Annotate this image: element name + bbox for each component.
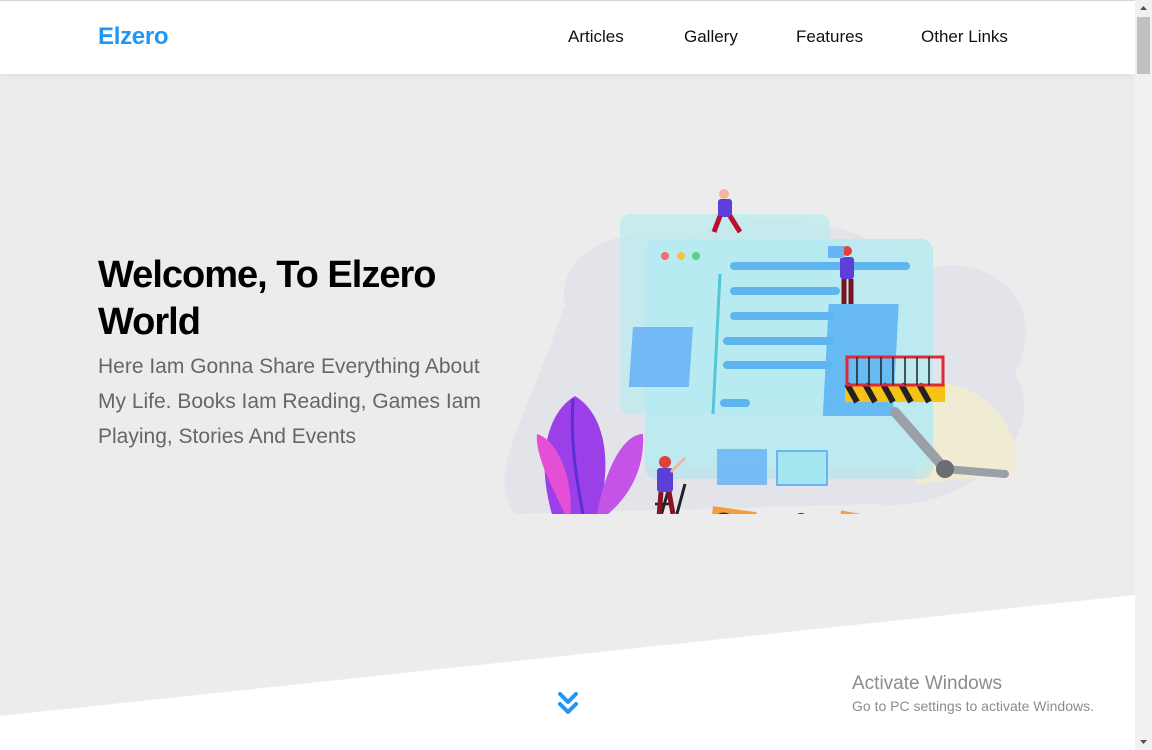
nav-link-articles[interactable]: Articles — [568, 27, 624, 47]
scroll-up-arrow-icon[interactable] — [1135, 0, 1152, 17]
site-header: Elzero Articles Gallery Features Other L… — [0, 0, 1135, 74]
vertical-scrollbar[interactable] — [1135, 0, 1152, 750]
landing-title: Welcome, To Elzero World — [98, 254, 436, 343]
scrollbar-thumb[interactable] — [1137, 17, 1150, 74]
activate-windows-watermark: Activate Windows Go to PC settings to ac… — [852, 672, 1094, 716]
landing-section: Welcome, To Elzero World Here Iam Gonna … — [0, 74, 1135, 750]
nav-link-features[interactable]: Features — [796, 27, 863, 47]
watermark-title: Activate Windows — [852, 673, 1002, 694]
nav-link-other-links[interactable]: Other Links — [921, 27, 1008, 47]
nav-link-gallery[interactable]: Gallery — [684, 27, 738, 47]
scroll-down-arrow-icon[interactable] — [1135, 733, 1152, 750]
team-building-website-illustration — [495, 184, 1035, 589]
double-chevron-down-icon[interactable] — [556, 690, 580, 720]
watermark-subtitle: Go to PC settings to activate Windows. — [852, 698, 1094, 714]
page: Elzero Articles Gallery Features Other L… — [0, 0, 1135, 750]
landing-subtitle: Here Iam Gonna Share Everything About My… — [98, 355, 481, 448]
site-logo[interactable]: Elzero — [98, 23, 169, 51]
